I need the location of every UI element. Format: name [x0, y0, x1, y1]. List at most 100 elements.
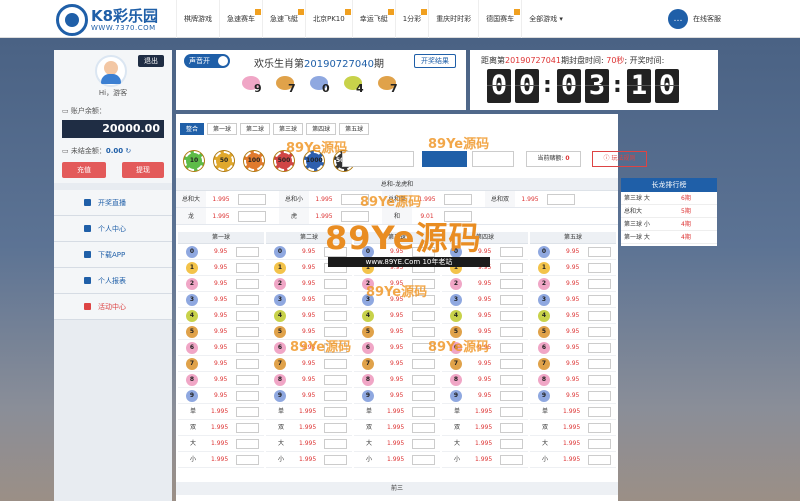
nav-item-chess[interactable]: 棋牌游戏: [176, 0, 219, 38]
tab-ball-4[interactable]: 第四球: [306, 123, 337, 135]
bet-input[interactable]: [500, 327, 523, 337]
bet-input[interactable]: [324, 311, 347, 321]
chip-1000[interactable]: 1000: [304, 151, 324, 171]
bet-input[interactable]: [324, 343, 347, 353]
results-button[interactable]: 开奖结果: [414, 54, 456, 68]
bet-input[interactable]: [588, 263, 611, 273]
bet-input[interactable]: [236, 263, 259, 273]
sound-toggle[interactable]: 声音开: [184, 54, 230, 68]
bet-input[interactable]: [500, 455, 523, 465]
bet-input[interactable]: [588, 327, 611, 337]
chip-50[interactable]: 50: [214, 151, 234, 171]
bet-input[interactable]: [588, 439, 611, 449]
bet-input[interactable]: [500, 391, 523, 401]
bet-input[interactable]: [324, 247, 347, 257]
bet-input[interactable]: [412, 279, 435, 289]
bet-input[interactable]: [412, 439, 435, 449]
bet-input[interactable]: [588, 391, 611, 401]
nav-item-german-racing[interactable]: 德国赛车: [478, 0, 521, 38]
menu-item-promotions[interactable]: 活动中心: [54, 294, 172, 320]
bet-input[interactable]: [588, 247, 611, 257]
bet-input[interactable]: [236, 247, 259, 257]
nav-item-speed-racing[interactable]: 急速赛车: [219, 0, 262, 38]
bet-input[interactable]: [324, 423, 347, 433]
bet-input[interactable]: [238, 194, 266, 205]
bet-input[interactable]: [236, 375, 259, 385]
amount-input[interactable]: [342, 151, 414, 167]
bet-input[interactable]: [236, 391, 259, 401]
bet-input[interactable]: [236, 327, 259, 337]
bet-input[interactable]: [324, 391, 347, 401]
nav-item-speed-boat[interactable]: 急速飞艇: [262, 0, 305, 38]
bet-input[interactable]: [500, 279, 523, 289]
chip-500[interactable]: 500: [274, 151, 294, 171]
tab-ball-5[interactable]: 第五球: [339, 123, 370, 135]
bet-input[interactable]: [588, 343, 611, 353]
bet-input[interactable]: [588, 279, 611, 289]
nav-item-pk10[interactable]: 北京PK10: [305, 0, 352, 38]
bet-input[interactable]: [324, 375, 347, 385]
bet-input[interactable]: [236, 343, 259, 353]
bet-input[interactable]: [412, 295, 435, 305]
bet-input[interactable]: [500, 295, 523, 305]
nav-item-all-games[interactable]: 全部游戏 ▾: [521, 0, 570, 38]
bet-input[interactable]: [588, 423, 611, 433]
bet-input[interactable]: [236, 455, 259, 465]
bet-input[interactable]: [412, 311, 435, 321]
menu-item-profile[interactable]: 个人中心: [54, 216, 172, 242]
nav-item-1min[interactable]: 1分彩: [394, 0, 428, 38]
bet-input[interactable]: [588, 455, 611, 465]
deposit-button[interactable]: 充值: [62, 162, 106, 178]
bet-input[interactable]: [324, 295, 347, 305]
refresh-icon[interactable]: ↻: [125, 147, 131, 155]
bet-input[interactable]: [324, 455, 347, 465]
bet-input[interactable]: [412, 359, 435, 369]
bet-input[interactable]: [500, 407, 523, 417]
bet-input[interactable]: [236, 311, 259, 321]
nav-item-lucky-boat[interactable]: 幸运飞艇: [351, 0, 395, 38]
bet-input[interactable]: [500, 311, 523, 321]
bet-input[interactable]: [500, 343, 523, 353]
bet-input[interactable]: [412, 247, 435, 257]
bet-input[interactable]: [324, 327, 347, 337]
bet-input[interactable]: [324, 359, 347, 369]
chip-100[interactable]: 100: [244, 151, 264, 171]
reset-button[interactable]: [472, 151, 514, 167]
bet-input[interactable]: [588, 295, 611, 305]
bet-input[interactable]: [412, 391, 435, 401]
bet-input[interactable]: [236, 407, 259, 417]
bet-input[interactable]: [412, 327, 435, 337]
bet-input[interactable]: [412, 343, 435, 353]
bet-input[interactable]: [236, 359, 259, 369]
tab-all[interactable]: 整合: [180, 123, 205, 135]
bet-input[interactable]: [588, 407, 611, 417]
bet-input[interactable]: [324, 407, 347, 417]
bet-input[interactable]: [588, 375, 611, 385]
online-service[interactable]: … 在线客服: [668, 9, 721, 29]
bet-input[interactable]: [236, 295, 259, 305]
menu-item-report[interactable]: 个人报表: [54, 268, 172, 294]
bet-input[interactable]: [236, 423, 259, 433]
bet-input[interactable]: [236, 279, 259, 289]
bet-input[interactable]: [412, 455, 435, 465]
tab-ball-2[interactable]: 第二球: [240, 123, 271, 135]
menu-item-download[interactable]: 下载APP: [54, 242, 172, 268]
tab-ball-1[interactable]: 第一球: [207, 123, 238, 135]
bet-input[interactable]: [412, 375, 435, 385]
bet-input[interactable]: [547, 194, 575, 205]
bet-input[interactable]: [500, 263, 523, 273]
bet-input[interactable]: [412, 407, 435, 417]
bet-input[interactable]: [588, 359, 611, 369]
bet-input[interactable]: [341, 211, 369, 222]
bet-input[interactable]: [412, 423, 435, 433]
logo[interactable]: K8彩乐园 WWW.7370.COM: [56, 4, 158, 36]
bet-input[interactable]: [341, 194, 369, 205]
menu-item-live[interactable]: 开奖直播: [54, 190, 172, 216]
bet-input[interactable]: [324, 279, 347, 289]
bet-input[interactable]: [238, 211, 266, 222]
bet-input[interactable]: [444, 194, 472, 205]
bet-input[interactable]: [500, 247, 523, 257]
tab-ball-3[interactable]: 第三球: [273, 123, 304, 135]
bet-input[interactable]: [500, 375, 523, 385]
confirm-button[interactable]: [422, 151, 467, 167]
